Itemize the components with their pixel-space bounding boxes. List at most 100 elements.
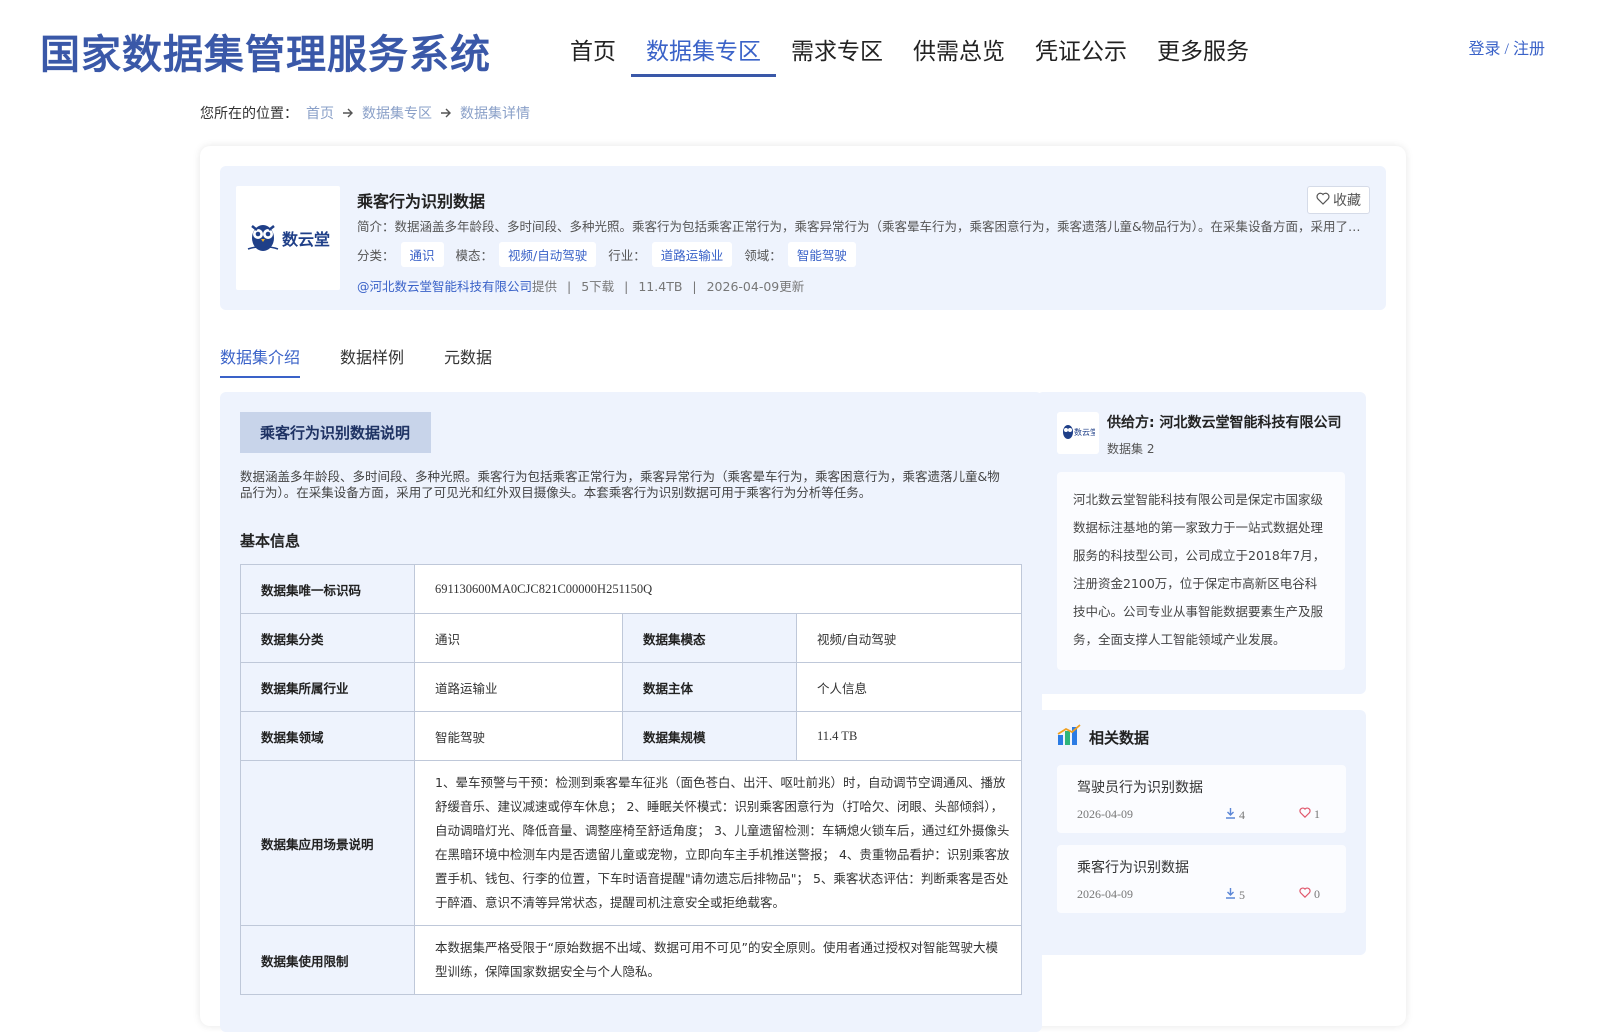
dataset-title: 乘客行为识别数据 (357, 192, 486, 211)
breadcrumb-prefix: 您所在的位置： (200, 105, 298, 121)
table-label: 数据集唯一标识码 (240, 564, 415, 614)
table-value: 691130600MA0CJC821C00000H251150Q (414, 564, 1022, 614)
meta-separator: | (692, 279, 697, 294)
nav-item-demand[interactable]: 需求专区 (776, 26, 898, 77)
download-count: 4 (1239, 807, 1245, 822)
table-value: 道路运输业 (414, 662, 623, 712)
related-item-date: 2026-04-09 (1077, 887, 1133, 901)
owl-logo-icon: 数云堂 (1061, 421, 1098, 445)
intro-panel: 乘客行为识别数据说明 数据涵盖多年龄段、多时间段、多种光照。乘客行为包括乘客正常… (220, 392, 1042, 1032)
heart-icon (1316, 192, 1333, 209)
breadcrumb-detail[interactable]: 数据集详情 (460, 103, 530, 123)
table-row: 数据集分类 通识 数据集模态 视频/自动驾驶 (240, 613, 1022, 663)
tag-label-modality: 模态： (455, 248, 494, 263)
table-row: 数据集应用场景说明 1、晕车预警与干预：检测到乘客晕车征兆（面色苍白、出汗、呕吐… (240, 760, 1022, 926)
table-label: 数据集所属行业 (240, 662, 415, 712)
tag-label-category: 分类： (357, 248, 395, 263)
intro-description: 数据涵盖多年龄段、多时间段、多种光照。乘客行为包括乘客正常行为，乘客异常行为（乘… (240, 469, 1000, 500)
logo-text: 数云堂 (281, 230, 330, 249)
arrow-right-icon (342, 105, 354, 121)
table-label: 数据集模态 (622, 613, 797, 663)
download-icon (1225, 807, 1239, 823)
nav-item-overview[interactable]: 供需总览 (898, 26, 1020, 77)
download-count: 5下载 (581, 279, 615, 294)
dataset-meta: @河北数云堂智能科技有限公司提供 | 5下载 | 11.4TB | 2026-0… (357, 276, 804, 295)
basic-info-table: 数据集唯一标识码 691130600MA0CJC821C00000H251150… (240, 564, 1022, 995)
dataset-info-panel: 数云堂 乘客行为识别数据 简介：数据涵盖多年龄段、多时间段、多种光照。乘客行为包… (220, 166, 1386, 310)
nav-item-home[interactable]: 首页 (555, 26, 631, 77)
table-label: 数据集领域 (240, 711, 415, 761)
related-item-downloads: 4 (1225, 807, 1245, 823)
dataset-tags: 分类： 通识 模态： 视频/自动驾驶 行业： 道路运输业 领域： 智能驾驶 (357, 242, 868, 267)
heart-icon (1299, 807, 1314, 822)
table-row: 数据集使用限制 本数据集严格受限于“原始数据不出域、数据可用不可见”的安全原则。… (240, 925, 1022, 995)
tag-field[interactable]: 智能驾驶 (787, 242, 856, 267)
basic-info-title: 基本信息 (240, 532, 301, 550)
download-icon (1225, 887, 1239, 903)
tab-samples[interactable]: 数据样例 (340, 344, 404, 378)
table-value: 视频/自动驾驶 (796, 613, 1022, 663)
dataset-logo: 数云堂 (236, 186, 340, 290)
tag-label-field: 领域： (744, 248, 782, 263)
meta-separator: | (567, 279, 572, 294)
supplier-description: 河北数云堂智能科技有限公司是保定市国家级数据标注基地的第一家致力于一站式数据处理… (1057, 472, 1345, 670)
intro-heading: 乘客行为识别数据说明 (240, 412, 432, 453)
table-label: 数据主体 (622, 662, 797, 712)
related-item-downloads: 5 (1225, 887, 1245, 903)
update-date: 2026-04-09更新 (706, 279, 805, 294)
main-nav: 首页 数据集专区 需求专区 供需总览 凭证公示 更多服务 (555, 26, 1264, 77)
related-item-date: 2026-04-09 (1077, 807, 1133, 821)
related-item[interactable]: 驾驶员行为识别数据 2026-04-09 4 1 (1057, 765, 1346, 833)
login-register-link[interactable]: 登录 / 注册 (1469, 35, 1545, 59)
bar-chart-icon (1057, 724, 1089, 750)
table-value: 本数据集严格受限于“原始数据不出域、数据可用不可见”的安全原则。使用者通过授权对… (414, 925, 1022, 995)
related-item-title[interactable]: 驾驶员行为识别数据 (1077, 777, 1203, 797)
breadcrumb-datasets[interactable]: 数据集专区 (362, 103, 432, 123)
table-label: 数据集规模 (622, 711, 797, 761)
table-value: 11.4 TB (796, 711, 1022, 761)
tag-industry[interactable]: 道路运输业 (651, 242, 733, 267)
tag-category[interactable]: 通识 (400, 242, 444, 267)
table-row: 数据集所属行业 道路运输业 数据主体 个人信息 (240, 662, 1022, 712)
detail-tabs: 数据集介绍 数据样例 元数据 (220, 344, 532, 378)
tag-label-industry: 行业： (608, 248, 646, 263)
favorite-button[interactable]: 收藏 (1307, 186, 1370, 214)
header: 国家数据集管理服务系统 首页 数据集专区 需求专区 供需总览 凭证公示 更多服务… (0, 0, 1600, 90)
table-value: 通识 (414, 613, 623, 663)
table-row: 数据集唯一标识码 691130600MA0CJC821C00000H251150… (240, 564, 1022, 614)
heart-icon (1299, 887, 1314, 902)
like-count: 1 (1314, 807, 1320, 821)
breadcrumb-home[interactable]: 首页 (306, 103, 334, 123)
breadcrumb: 您所在的位置： 首页 数据集专区 数据集详情 (200, 103, 530, 123)
table-value: 智能驾驶 (414, 711, 623, 761)
nav-item-more[interactable]: 更多服务 (1142, 26, 1264, 77)
provider-suffix: 提供 (532, 279, 558, 294)
nav-item-datasets[interactable]: 数据集专区 (631, 26, 776, 77)
table-value: 1、晕车预警与干预：检测到乘客晕车征兆（面色苍白、出汗、呕吐前兆）时，自动调节空… (414, 760, 1022, 926)
related-item-likes: 0 (1299, 887, 1320, 902)
related-panel: 相关数据 驾驶员行为识别数据 2026-04-09 4 1 乘客行为识别数据 2… (1037, 710, 1366, 955)
supplier-logo[interactable]: 数云堂 (1057, 412, 1099, 454)
dataset-summary: 简介：数据涵盖多年龄段、多时间段、多种光照。乘客行为包括乘客正常行为，乘客异常行… (357, 219, 1367, 234)
site-title[interactable]: 国家数据集管理服务系统 (40, 22, 491, 80)
related-item[interactable]: 乘客行为识别数据 2026-04-09 5 0 (1057, 845, 1346, 913)
table-label: 数据集应用场景说明 (240, 760, 415, 926)
table-label: 数据集使用限制 (240, 925, 415, 995)
favorite-label: 收藏 (1333, 193, 1361, 209)
provider-link[interactable]: @河北数云堂智能科技有限公司 (357, 279, 532, 294)
supplier-name[interactable]: 供给方: 河北数云堂智能科技有限公司 (1107, 412, 1341, 432)
related-item-likes: 1 (1299, 807, 1320, 822)
related-header: 相关数据 (1057, 724, 1149, 750)
table-row: 数据集领域 智能驾驶 数据集规模 11.4 TB (240, 711, 1022, 761)
supplier-dataset-count: 数据集 2 (1107, 442, 1155, 456)
tab-intro[interactable]: 数据集介绍 (220, 344, 301, 378)
download-count: 5 (1239, 887, 1245, 902)
related-item-title[interactable]: 乘客行为识别数据 (1077, 857, 1189, 877)
tab-metadata[interactable]: 元数据 (444, 344, 492, 378)
nav-item-credentials[interactable]: 凭证公示 (1020, 26, 1142, 77)
tag-modality[interactable]: 视频/自动驾驶 (499, 242, 597, 267)
meta-separator: | (624, 279, 629, 294)
arrow-right-icon (440, 105, 452, 121)
table-label: 数据集分类 (240, 613, 415, 663)
owl-logo-icon (246, 219, 280, 257)
